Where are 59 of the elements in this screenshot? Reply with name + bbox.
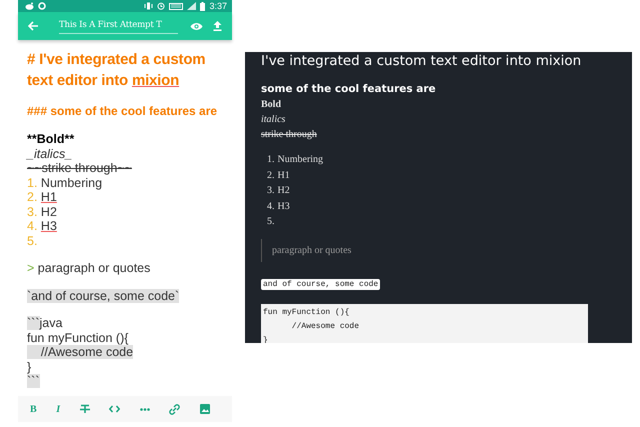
quote-marker: > <box>27 261 34 275</box>
strikethrough-icon[interactable] <box>80 404 90 414</box>
list-item-text: H2 <box>278 184 290 198</box>
bold-text: Bold <box>261 98 282 112</box>
list-number: 2. <box>267 168 274 182</box>
inline-code: and of course, some code <box>261 278 380 290</box>
bold-button[interactable]: B <box>30 404 37 414</box>
list-item-text: H3 <box>278 200 290 214</box>
preview-subheading: some of the cool features are <box>261 83 437 95</box>
list-item-text: Numbering <box>278 153 324 167</box>
image-icon[interactable] <box>200 404 210 414</box>
code-line: //Awesome code <box>290 320 360 332</box>
strikethrough-text: strike through <box>261 128 318 142</box>
list-item-text: H3 <box>40 219 57 233</box>
circle-icon <box>38 2 46 10</box>
code-line: fun myFunction (){ <box>27 330 128 344</box>
markdown-heading: # I've integrated a custom text editor into mixion <box>27 50 206 91</box>
code-line: } <box>27 360 32 374</box>
list-number: 4. <box>27 219 38 233</box>
more-icon[interactable] <box>140 408 150 410</box>
list-number: 4. <box>267 200 274 214</box>
title-field[interactable]: This Is A First Attempt T <box>59 18 178 34</box>
markdown-line: **Bold** <box>27 132 76 146</box>
code-fence: ``` <box>27 316 40 330</box>
signal-icon <box>187 2 196 10</box>
markdown-line: ~~strike through~~ <box>27 161 133 176</box>
code-icon[interactable] <box>109 405 120 413</box>
markdown-line: _italics_ <box>27 146 74 161</box>
list-number: 1. <box>27 176 38 190</box>
list-number: 5. <box>27 234 38 248</box>
italic-button[interactable]: I <box>56 404 60 414</box>
list-number: 5. <box>267 215 274 229</box>
battery-icon <box>200 2 206 10</box>
alarm-icon <box>157 2 166 10</box>
blockquote: paragraph or quotes <box>261 238 616 262</box>
network-badge-icon <box>169 2 184 10</box>
link-icon[interactable] <box>169 404 180 414</box>
vibrate-icon <box>144 2 154 10</box>
list-item-text: H2 <box>40 204 57 218</box>
list-item-text: H1 <box>278 168 290 182</box>
list-number: 2. <box>27 190 38 204</box>
markdown-subheading: ### some of the cool features are <box>27 104 218 119</box>
code-fence: ``` <box>27 374 40 388</box>
eye-icon[interactable] <box>190 22 203 30</box>
back-arrow-icon[interactable] <box>28 21 39 31</box>
code-language: java <box>40 316 62 330</box>
code-line: fun myFunction (){ <box>263 306 350 318</box>
list-item-text: Numbering <box>40 176 102 190</box>
list-number: 3. <box>267 184 274 198</box>
app-icon <box>25 2 34 10</box>
list-item-text: H1 <box>40 190 57 204</box>
code-line: } <box>263 334 269 343</box>
upload-icon[interactable] <box>213 21 222 31</box>
preview-heading: I've integrated a custom text editor into mixion <box>261 52 582 70</box>
quote-text: paragraph or quotes <box>38 261 150 275</box>
status-time: 3:37 <box>209 1 227 11</box>
list-number: 1. <box>267 153 274 167</box>
italic-text: italics <box>261 113 286 127</box>
list-number: 3. <box>27 204 38 218</box>
